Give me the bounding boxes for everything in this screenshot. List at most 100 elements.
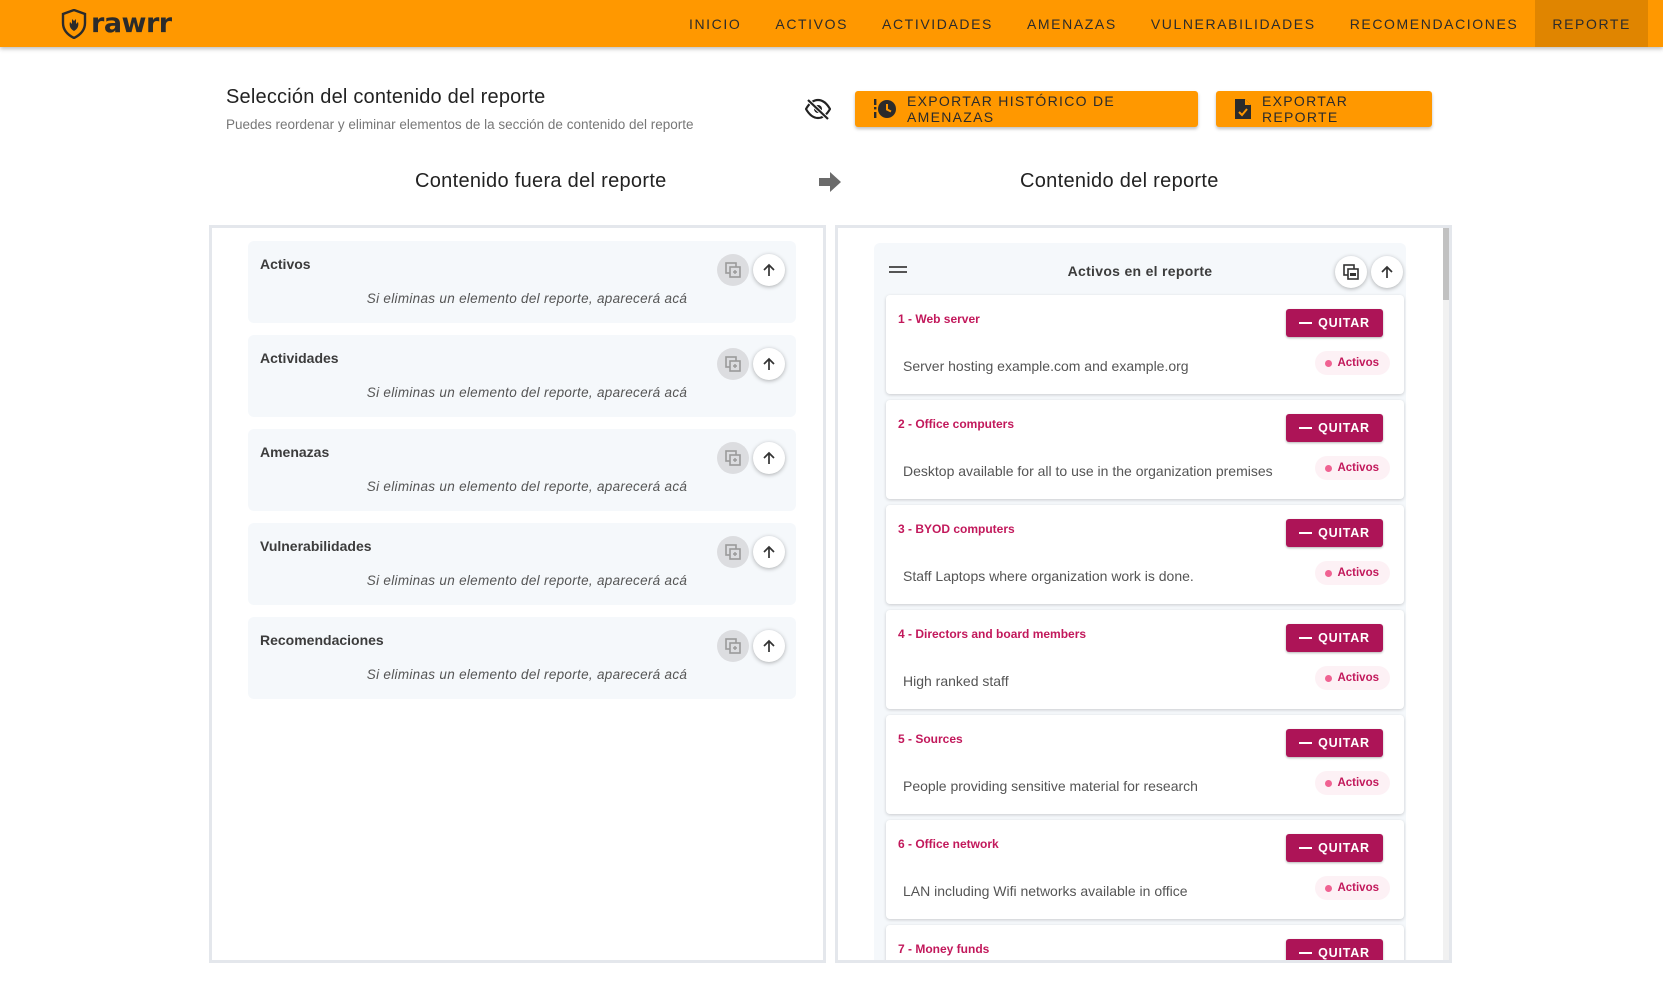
section-title: Recomendaciones — [260, 632, 384, 648]
section-title: Vulnerabilidades — [260, 538, 372, 554]
item-title: 4 - Directors and board members — [898, 627, 1087, 641]
remove-button[interactable]: QUITAR — [1286, 414, 1383, 442]
export-report-label: EXPORTAR REPORTE — [1262, 93, 1349, 125]
nav-menu: INICIO ACTIVOS ACTIVIDADES AMENAZAS VULN… — [672, 0, 1648, 47]
remove-button[interactable]: QUITAR — [1286, 519, 1383, 547]
report-item-card: 2 - Office computers QUITAR Desktop avai… — [886, 400, 1404, 499]
nav-item-inicio[interactable]: INICIO — [672, 0, 758, 47]
copy-icon — [725, 450, 741, 466]
category-badge: Activos — [1315, 876, 1390, 900]
remove-label: QUITAR — [1318, 631, 1370, 645]
scrollbar-thumb[interactable] — [1443, 228, 1449, 300]
in-report-title: Contenido del reporte — [1020, 170, 1219, 192]
item-description: Staff Laptops where organization work is… — [903, 568, 1194, 584]
section-empty-text: Si eliminas un elemento del reporte, apa… — [366, 479, 688, 494]
copy-button[interactable] — [717, 348, 749, 380]
nav-item-activos[interactable]: ACTIVOS — [758, 0, 865, 47]
nav-item-recomendaciones[interactable]: RECOMENDACIONES — [1333, 0, 1536, 47]
remove-label: QUITAR — [1318, 316, 1370, 330]
dot-icon — [1325, 779, 1333, 787]
move-up-button[interactable] — [753, 442, 785, 474]
file-icon — [1235, 99, 1251, 119]
eye-off-icon[interactable] — [805, 98, 831, 120]
logo-text: rawrr — [91, 8, 172, 39]
section-empty-text: Si eliminas un elemento del reporte, apa… — [366, 385, 688, 400]
arrow-up-icon — [763, 639, 775, 652]
export-history-label: EXPORTAR HISTÓRICO DE AMENAZAS — [907, 93, 1116, 125]
item-description: Server hosting example.com and example.o… — [903, 358, 1189, 374]
item-title: 1 - Web server — [898, 312, 980, 326]
arrow-up-icon — [763, 545, 775, 558]
item-title: 5 - Sources — [898, 732, 963, 746]
move-up-button[interactable] — [753, 536, 785, 568]
copy-icon — [725, 544, 741, 560]
move-up-button[interactable] — [753, 630, 785, 662]
export-report-button[interactable]: EXPORTAR REPORTE — [1216, 91, 1432, 127]
section-title: Activos en el reporte — [1067, 263, 1213, 279]
report-item-card: 3 - BYOD computers QUITAR Staff Laptops … — [886, 505, 1404, 604]
section-title: Activos — [260, 256, 311, 272]
report-item-card: 1 - Web server QUITAR Server hosting exa… — [886, 295, 1404, 394]
category-badge: Activos — [1315, 456, 1390, 480]
dot-icon — [1325, 359, 1333, 367]
out-of-report-title: Contenido fuera del reporte — [415, 170, 667, 192]
move-up-button[interactable] — [753, 254, 785, 286]
badge-label: Activos — [1337, 672, 1379, 684]
arrow-up-icon — [1381, 265, 1393, 278]
out-of-report-panel: Activos Si eliminas un elemento del repo… — [209, 225, 826, 963]
copy-button[interactable] — [717, 442, 749, 474]
nav-item-amenazas[interactable]: AMENAZAS — [1010, 0, 1134, 47]
remove-button[interactable]: QUITAR — [1286, 624, 1383, 652]
minus-icon — [1299, 742, 1313, 744]
report-item-card: 6 - Office network QUITAR LAN including … — [886, 820, 1404, 919]
page-title: Selección del contenido del reporte — [226, 86, 546, 108]
item-description: LAN including Wifi networks available in… — [903, 883, 1188, 899]
move-up-button[interactable] — [753, 348, 785, 380]
section-empty-text: Si eliminas un elemento del reporte, apa… — [366, 667, 688, 682]
category-badge: Activos — [1315, 561, 1390, 585]
nav-item-vulnerabilidades[interactable]: VULNERABILIDADES — [1134, 0, 1333, 47]
export-history-button[interactable]: EXPORTAR HISTÓRICO DE AMENAZAS — [855, 91, 1198, 127]
copy-icon — [725, 356, 741, 372]
minus-icon — [1299, 427, 1313, 429]
badge-label: Activos — [1337, 777, 1379, 789]
copy-button[interactable] — [1335, 256, 1367, 288]
remove-button[interactable]: QUITAR — [1286, 834, 1383, 862]
copy-button[interactable] — [717, 630, 749, 662]
badge-label: Activos — [1337, 357, 1379, 369]
in-report-panel: Activos en el reporte 1 - Web server QUI… — [835, 225, 1452, 963]
dot-icon — [1325, 569, 1333, 577]
app-logo[interactable]: rawrr — [61, 7, 172, 40]
item-title: 6 - Office network — [898, 837, 999, 851]
copy-icon — [725, 638, 741, 654]
minus-icon — [1299, 532, 1313, 534]
section-empty-text: Si eliminas un elemento del reporte, apa… — [366, 573, 688, 588]
remove-button[interactable]: QUITAR — [1286, 939, 1383, 960]
arrow-up-icon — [763, 357, 775, 370]
badge-label: Activos — [1337, 567, 1379, 579]
nav-item-reporte[interactable]: REPORTE — [1535, 0, 1648, 47]
report-item-card: 7 - Money funds QUITAR — [886, 925, 1404, 960]
minus-icon — [1299, 322, 1313, 324]
remove-button[interactable]: QUITAR — [1286, 309, 1383, 337]
section-recomendaciones: Recomendaciones Si eliminas un elemento … — [248, 617, 796, 699]
section-title: Actividades — [260, 350, 339, 366]
scrollbar[interactable] — [1443, 228, 1449, 960]
remove-label: QUITAR — [1318, 736, 1370, 750]
arrow-up-icon — [763, 451, 775, 464]
remove-label: QUITAR — [1318, 946, 1370, 960]
remove-label: QUITAR — [1318, 421, 1370, 435]
category-badge: Activos — [1315, 351, 1390, 375]
copy-icon — [1343, 264, 1359, 280]
section-empty-text: Si eliminas un elemento del reporte, apa… — [366, 291, 688, 306]
copy-button[interactable] — [717, 536, 749, 568]
report-item-card: 4 - Directors and board members QUITAR H… — [886, 610, 1404, 709]
nav-item-actividades[interactable]: ACTIVIDADES — [865, 0, 1010, 47]
minus-icon — [1299, 847, 1313, 849]
item-description: People providing sensitive material for … — [903, 778, 1198, 794]
copy-button[interactable] — [717, 254, 749, 286]
category-badge: Activos — [1315, 666, 1390, 690]
move-up-button[interactable] — [1371, 256, 1403, 288]
page-subtitle: Puedes reordenar y eliminar elementos de… — [226, 117, 694, 132]
remove-button[interactable]: QUITAR — [1286, 729, 1383, 757]
